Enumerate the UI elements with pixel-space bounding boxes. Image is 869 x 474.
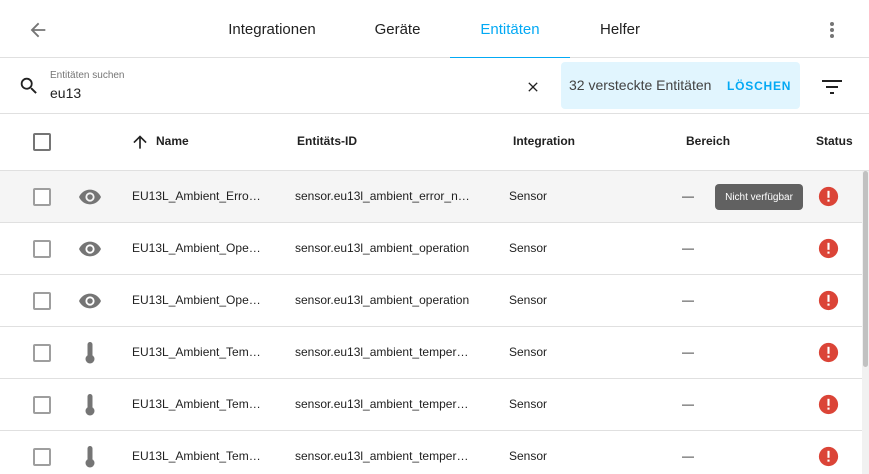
entity-name: EU13L_Ambient_Operation: [132, 241, 264, 255]
table-row[interactable]: EU13L_Ambient_Temperature sensor.eu13l_a…: [0, 327, 862, 379]
search-input[interactable]: [50, 85, 490, 101]
entity-area: —: [682, 293, 694, 307]
close-icon: [528, 82, 538, 92]
eye-icon: [78, 187, 102, 207]
row-checkbox[interactable]: [33, 396, 51, 414]
table-row[interactable]: EU13L_Ambient_Operation sensor.eu13l_amb…: [0, 223, 862, 275]
select-all-checkbox[interactable]: [33, 133, 51, 151]
entity-id: sensor.eu13l_ambient_temperature: [295, 345, 475, 359]
table-row[interactable]: EU13L_Ambient_Temperature sensor.eu13l_a…: [0, 431, 862, 474]
entity-integration: Sensor: [509, 397, 548, 411]
entity-integration: Sensor: [509, 189, 548, 203]
search-label: Entitäten suchen: [50, 70, 125, 81]
search-icon: [18, 75, 40, 97]
row-checkbox[interactable]: [33, 448, 51, 466]
thermometer-icon: [78, 342, 102, 364]
alert-circle-icon[interactable]: [818, 238, 839, 259]
tab-integrations[interactable]: Integrationen: [222, 0, 322, 58]
filter-icon: [822, 80, 842, 94]
scrollbar-thumb[interactable]: [863, 171, 868, 367]
entity-area: —: [682, 189, 694, 203]
entity-name: EU13L_Ambient_Operation: [132, 293, 264, 307]
search-bar: Entitäten suchen 32 versteckte Entitäten…: [0, 58, 869, 114]
entity-name: EU13L_Ambient_Temperature: [132, 345, 264, 359]
tab-entities[interactable]: Entitäten: [450, 0, 570, 59]
table-row[interactable]: EU13L_Ambient_Operation sensor.eu13l_amb…: [0, 275, 862, 327]
arrow-left-icon: [30, 22, 46, 38]
entity-id: sensor.eu13l_ambient_operation: [295, 293, 470, 307]
back-button[interactable]: [22, 14, 54, 46]
eye-icon: [78, 239, 102, 259]
entity-area: —: [682, 241, 694, 255]
thermometer-icon: [78, 446, 102, 468]
tab-helpers[interactable]: Helfer: [590, 0, 650, 58]
hidden-entities-count: 32 versteckte Entitäten: [569, 77, 712, 93]
alert-circle-icon[interactable]: [818, 186, 839, 207]
entity-id: sensor.eu13l_ambient_temperature: [295, 449, 475, 463]
overflow-menu-button[interactable]: [818, 14, 846, 46]
status-tooltip: Nicht verfügbar: [715, 184, 803, 210]
column-header-entity-id[interactable]: Entitäts-ID: [297, 134, 357, 148]
column-header-integration[interactable]: Integration: [513, 134, 575, 148]
alert-circle-icon[interactable]: [818, 290, 839, 311]
entity-integration: Sensor: [509, 345, 548, 359]
column-header-name[interactable]: Name: [156, 134, 189, 148]
entity-integration: Sensor: [509, 449, 548, 463]
hidden-entities-banner: 32 versteckte Entitäten LÖSCHEN: [561, 62, 800, 109]
row-checkbox[interactable]: [33, 240, 51, 258]
entity-name: EU13L_Ambient_Error_Number: [132, 189, 264, 203]
column-header-area[interactable]: Bereich: [686, 134, 730, 148]
filter-button[interactable]: [820, 76, 844, 98]
row-checkbox[interactable]: [33, 344, 51, 362]
entity-area: —: [682, 449, 694, 463]
entity-id: sensor.eu13l_ambient_temperature: [295, 397, 475, 411]
row-checkbox[interactable]: [33, 188, 51, 206]
thermometer-icon: [78, 394, 102, 416]
entity-area: —: [682, 397, 694, 411]
table-header: Name Entitäts-ID Integration Bereich Sta…: [0, 114, 869, 171]
top-toolbar: Integrationen Geräte Entitäten Helfer: [0, 0, 869, 59]
more-vertical-icon: [830, 22, 834, 38]
entity-name: EU13L_Ambient_Temperature: [132, 449, 264, 463]
entity-name: EU13L_Ambient_Temperature: [132, 397, 264, 411]
entity-id: sensor.eu13l_ambient_operation: [295, 241, 470, 255]
alert-circle-icon[interactable]: [818, 394, 839, 415]
clear-search-button[interactable]: [522, 76, 544, 98]
row-checkbox[interactable]: [33, 292, 51, 310]
entity-integration: Sensor: [509, 241, 548, 255]
clear-hidden-button[interactable]: LÖSCHEN: [727, 79, 791, 93]
vertical-scrollbar[interactable]: [862, 171, 869, 474]
tab-devices[interactable]: Geräte: [360, 0, 435, 58]
table-row[interactable]: EU13L_Ambient_Error_Number sensor.eu13l_…: [0, 171, 862, 223]
sort-ascending-icon[interactable]: [130, 132, 150, 152]
entity-id: sensor.eu13l_ambient_error_number: [295, 189, 475, 203]
column-header-status[interactable]: Status: [816, 134, 853, 148]
alert-circle-icon[interactable]: [818, 446, 839, 467]
table-row[interactable]: EU13L_Ambient_Temperature sensor.eu13l_a…: [0, 379, 862, 431]
entity-integration: Sensor: [509, 293, 548, 307]
alert-circle-icon[interactable]: [818, 342, 839, 363]
entity-area: —: [682, 345, 694, 359]
eye-icon: [78, 291, 102, 311]
